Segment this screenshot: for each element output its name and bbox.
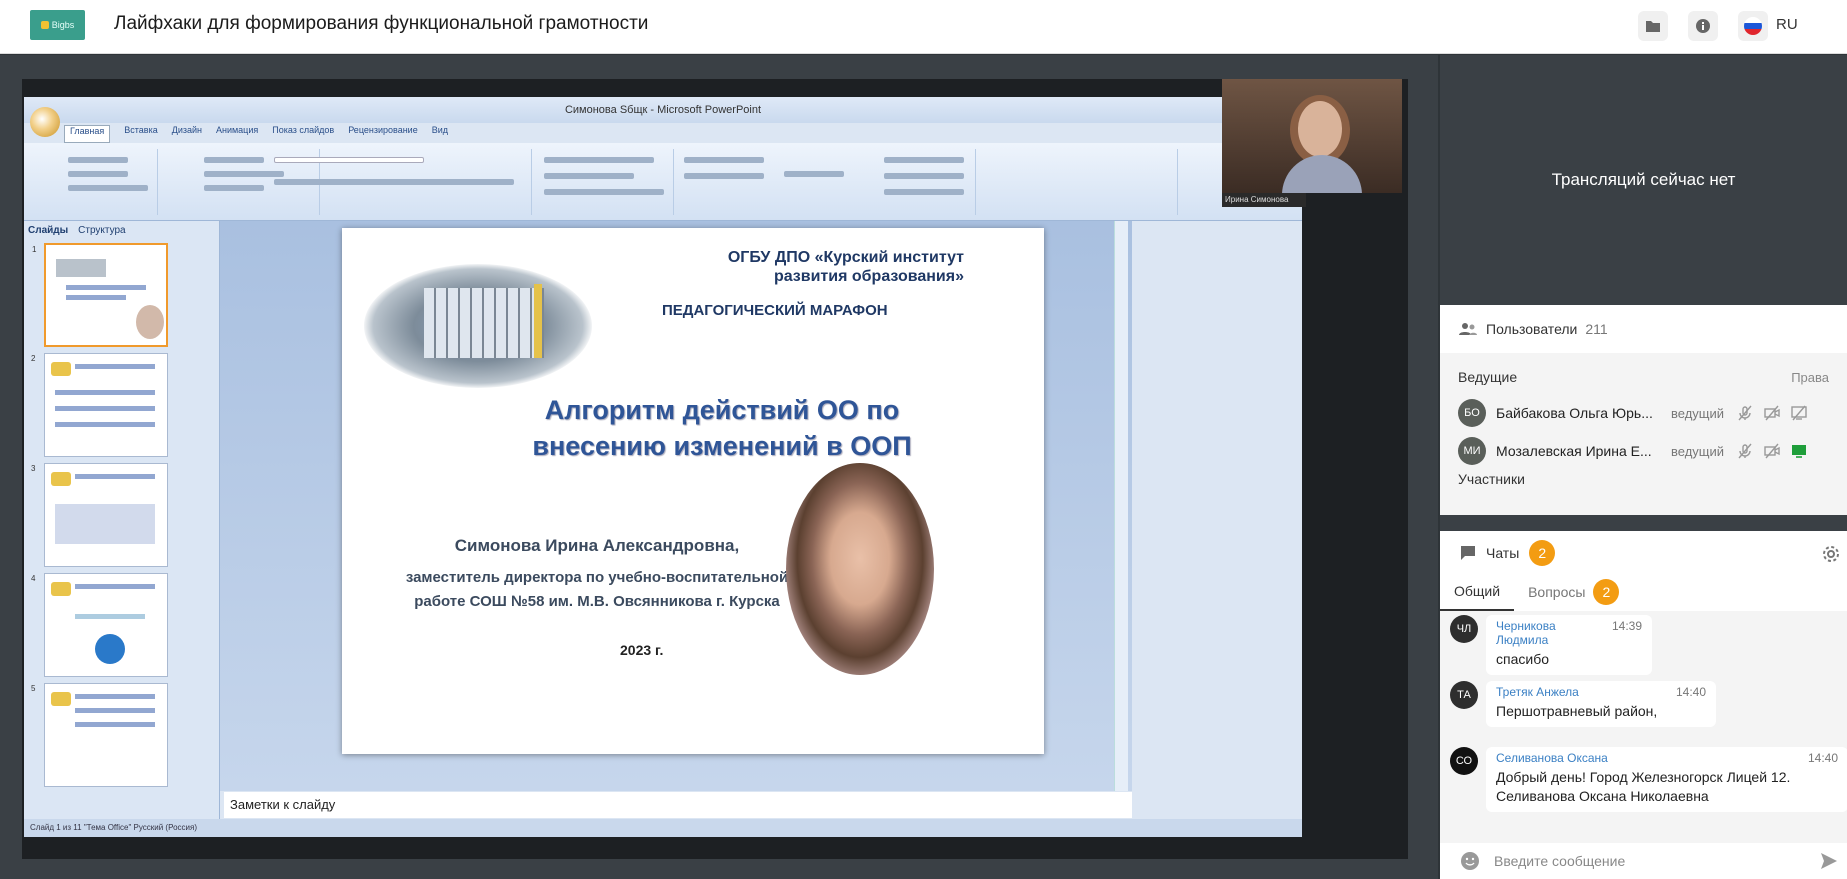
host-name: Байбакова Ольга Юрь... bbox=[1496, 405, 1653, 421]
folder-icon bbox=[1646, 21, 1660, 32]
mic-off-icon[interactable] bbox=[1736, 404, 1754, 422]
host-row[interactable]: БО Байбакова Ольга Юрь... ведущий bbox=[1458, 397, 1838, 429]
host-name: Мозалевская Ирина Е... bbox=[1496, 443, 1652, 459]
message-time: 14:39 bbox=[1611, 619, 1642, 633]
language-label[interactable]: RU bbox=[1776, 16, 1798, 33]
users-panel: Пользователи 211 Ведущие Права БО Байбак… bbox=[1440, 305, 1847, 515]
message-input[interactable] bbox=[1494, 853, 1794, 869]
webcam-label: Ирина Симонова bbox=[1222, 193, 1306, 207]
slide-marathon-title: ПЕДАГОГИЧЕСКИЙ МАРАФОН bbox=[662, 302, 888, 319]
screen-share-off-icon[interactable] bbox=[1790, 404, 1808, 422]
ppt-tab: Анимация bbox=[215, 125, 259, 135]
avatar: ЧЛ bbox=[1450, 615, 1478, 643]
chat-message: СО Селиванова Оксана 14:40 Добрый день! Г… bbox=[1450, 747, 1847, 812]
chat-icon bbox=[1461, 546, 1475, 560]
ppt-ribbon bbox=[24, 143, 1302, 221]
ppt-ribbon-tabs: Главная Вставка Дизайн Анимация Показ сл… bbox=[64, 125, 448, 143]
slide-author-position: заместитель директора по учебно-воспитат… bbox=[405, 569, 789, 610]
host-role: ведущий bbox=[1671, 405, 1725, 421]
ppt-status-bar: Слайд 1 из 11 "Тема Office" Русский (Рос… bbox=[24, 819, 1302, 837]
chat-message: ЧЛ Черникова Людмила 14:39 спасибо bbox=[1450, 615, 1652, 675]
right-panel: Трансляций сейчас нет Пользователи 211 В… bbox=[1440, 55, 1847, 879]
message-text: спасибо bbox=[1496, 651, 1549, 667]
message-author[interactable]: Черникова Людмила bbox=[1496, 619, 1602, 647]
message-text: Добрый день! Город Железногорск Лицей 12… bbox=[1496, 769, 1791, 804]
host-role: ведущий bbox=[1671, 443, 1725, 459]
top-bar: Bigbs Лайфхаки для формирования функцион… bbox=[0, 0, 1847, 54]
ppt-tab: Показ слайдов bbox=[272, 125, 335, 135]
users-count: 211 bbox=[1585, 321, 1608, 337]
rights-label: Права bbox=[1791, 370, 1829, 385]
slide-thumbnail: 5 bbox=[31, 683, 168, 787]
slides-panel: Слайды Структура 1 2 3 4 5 bbox=[24, 221, 220, 827]
russia-flag-icon bbox=[1744, 17, 1762, 35]
avatar: ТА bbox=[1450, 681, 1478, 709]
ppt-vertical-scrollbar bbox=[1114, 221, 1128, 791]
slide-year: 2023 г. bbox=[620, 642, 664, 658]
users-icon bbox=[1459, 323, 1477, 335]
host-row[interactable]: МИ Мозалевская Ирина Е... ведущий bbox=[1458, 435, 1838, 467]
chat-header: Чаты 2 bbox=[1440, 531, 1847, 575]
office-button-icon bbox=[30, 107, 60, 137]
emoji-icon[interactable] bbox=[1460, 851, 1480, 871]
message-composer bbox=[1440, 843, 1847, 879]
ppt-tab: Дизайн bbox=[171, 125, 202, 135]
screen-share-active-icon[interactable] bbox=[1790, 442, 1808, 460]
page-title: Лайфхаки для формирования функциональной… bbox=[114, 13, 649, 34]
mic-off-icon[interactable] bbox=[1736, 442, 1754, 460]
screen-share: Симонова Sбщк - Microsoft PowerPoint Гла… bbox=[22, 79, 1408, 859]
tab-general[interactable]: Общий bbox=[1440, 575, 1515, 611]
powerpoint-window: Симонова Sбщк - Microsoft PowerPoint Гла… bbox=[24, 97, 1302, 837]
camera-off-icon[interactable] bbox=[1763, 442, 1781, 460]
info-icon bbox=[1696, 19, 1710, 33]
presenter-webcam bbox=[1222, 79, 1402, 193]
slide-heading: Алгоритм действий ОО по внесению изменен… bbox=[532, 395, 912, 461]
slides-tab: Слайды bbox=[28, 225, 69, 236]
message-author[interactable]: Селиванова Оксана bbox=[1496, 751, 1608, 765]
slide-thumbnail: 4 bbox=[31, 573, 168, 677]
chat-label: Чаты bbox=[1486, 545, 1520, 561]
outline-tab: Структура bbox=[78, 225, 126, 236]
ppt-tab: Вид bbox=[431, 125, 448, 135]
chat-tabs: Общий Вопросы 2 bbox=[1440, 575, 1847, 611]
slide-notes: Заметки к слайду bbox=[224, 792, 1132, 818]
message-author[interactable]: Третяк Анжела bbox=[1496, 685, 1579, 699]
tab-questions[interactable]: Вопросы 2 bbox=[1514, 575, 1633, 611]
message-text: Першотравневый район, bbox=[1496, 703, 1658, 719]
author-photo bbox=[786, 463, 934, 675]
folder-button[interactable] bbox=[1638, 11, 1668, 41]
users-label: Пользователи bbox=[1486, 321, 1578, 337]
users-header[interactable]: Пользователи 211 bbox=[1440, 305, 1847, 353]
avatar: СО bbox=[1450, 747, 1478, 775]
slide-thumbnail: 2 bbox=[31, 353, 168, 457]
ppt-window-title: Симонова Sбщк - Microsoft PowerPoint bbox=[24, 97, 1302, 123]
hosts-label: Ведущие bbox=[1458, 369, 1518, 385]
gear-icon[interactable] bbox=[1819, 542, 1843, 566]
slide-thumbnail: 1 bbox=[32, 243, 168, 347]
ppt-tab: Рецензирование bbox=[348, 125, 418, 135]
send-icon[interactable] bbox=[1819, 851, 1839, 871]
chat-message: ТА Третяк Анжела 14:40 Першотравневый рай… bbox=[1450, 681, 1716, 727]
participants-label: Участники bbox=[1458, 471, 1525, 487]
current-slide: ОГБУ ДПО «Курский институт развития обра… bbox=[342, 228, 1044, 754]
questions-badge: 2 bbox=[1593, 579, 1620, 605]
no-stream-message: Трансляций сейчас нет bbox=[1440, 55, 1847, 305]
app-logo[interactable]: Bigbs bbox=[30, 10, 85, 40]
slide-organization: ОГБУ ДПО «Курский институт развития обра… bbox=[727, 249, 964, 285]
ppt-tab: Главная bbox=[64, 125, 111, 143]
slide-thumbnail: 3 bbox=[31, 463, 168, 567]
ppt-tab: Вставка bbox=[124, 125, 158, 135]
chat-badge: 2 bbox=[1529, 540, 1556, 566]
info-button[interactable] bbox=[1688, 11, 1718, 41]
avatar: БО bbox=[1458, 399, 1486, 427]
tab-questions-label: Вопросы bbox=[1528, 584, 1586, 600]
language-flag-button[interactable] bbox=[1738, 11, 1768, 41]
camera-off-icon[interactable] bbox=[1763, 404, 1781, 422]
slide-author-name: Симонова Ирина Александровна, bbox=[454, 536, 740, 555]
message-time: 14:40 bbox=[1675, 685, 1706, 699]
message-time: 14:40 bbox=[1807, 751, 1838, 765]
video-area: Симонова Sбщк - Microsoft PowerPoint Гла… bbox=[0, 55, 1438, 879]
chat-panel: Чаты 2 Общий Вопросы 2 ЧЛ Черникова Людм… bbox=[1440, 531, 1847, 879]
avatar: МИ bbox=[1458, 437, 1486, 465]
